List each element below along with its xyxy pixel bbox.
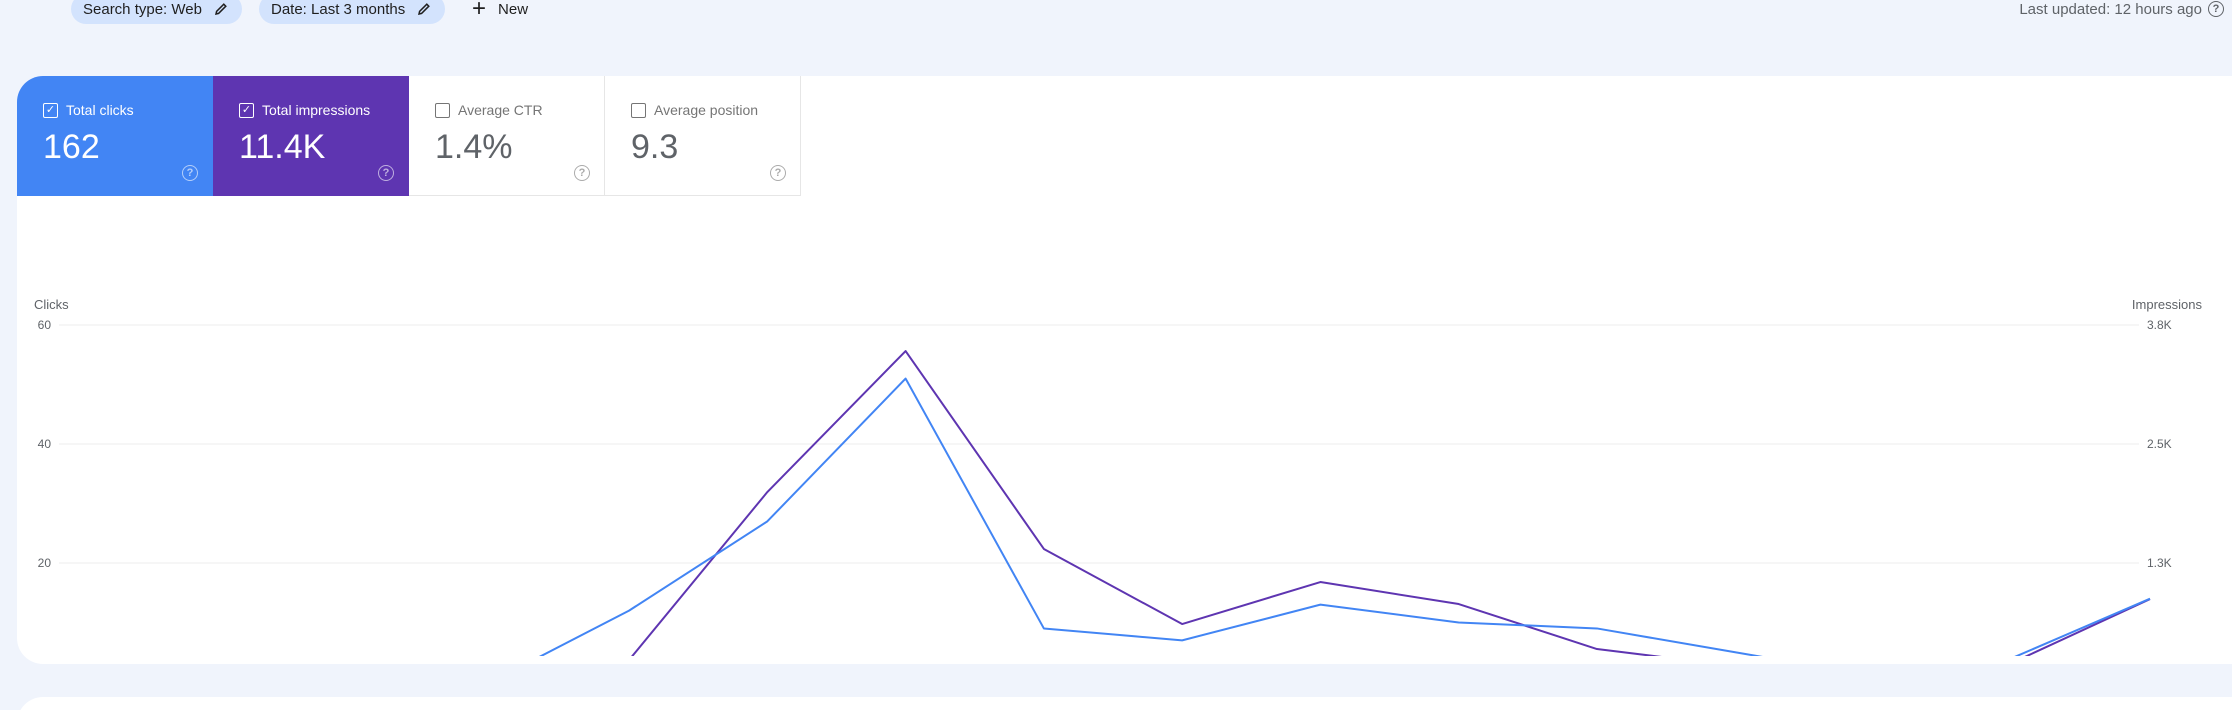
checkbox-unchecked-icon[interactable]: [435, 102, 450, 118]
y-ticks-right: 01.3K2.5K3.8K: [2147, 318, 2172, 570]
metric-label: Average position: [654, 102, 759, 118]
metric-total-clicks[interactable]: ✓ Total clicks 162 ?: [17, 76, 213, 196]
performance-chart: Clicks Impressions 0204060 01.3K2.5K3.8K…: [17, 216, 2232, 664]
plus-icon: +: [472, 0, 487, 22]
pencil-icon: [214, 3, 227, 16]
checkbox-unchecked-icon[interactable]: [631, 102, 646, 118]
y-tick-left-label: 60: [38, 318, 52, 332]
series-line-clicks[interactable]: [76, 377, 2151, 664]
last-updated-text: Last updated: 12 hours ago: [2019, 0, 2202, 18]
metric-label-row: ✓ Total clicks: [43, 102, 212, 118]
y-tick-right-label: 3.8K: [2147, 318, 2172, 332]
metric-average-position[interactable]: Average position 9.3 ?: [605, 76, 801, 196]
metric-label: Average CTR: [458, 102, 543, 118]
series-lines: [76, 350, 2151, 664]
y-tick-left-label: 40: [38, 437, 52, 451]
metric-total-impressions[interactable]: ✓ Total impressions 11.4K ?: [213, 76, 409, 196]
last-updated: Last updated: 12 hours ago ?: [2019, 0, 2224, 24]
help-icon[interactable]: ?: [2208, 1, 2224, 17]
filter-chip-date[interactable]: Date: Last 3 months: [259, 0, 446, 24]
metric-label-row: Average CTR: [435, 102, 604, 118]
y-tick-right-label: 2.5K: [2147, 437, 2172, 451]
performance-card: ✓ Total clicks 162 ? ✓ Total impressions…: [17, 76, 2232, 664]
help-icon[interactable]: ?: [770, 165, 786, 181]
y-axis-right-label: Impressions: [2132, 297, 2203, 312]
metric-label-row: ✓ Total impressions: [239, 102, 408, 118]
metric-value: 162: [43, 128, 100, 166]
metric-value: 1.4%: [435, 128, 513, 166]
grid-lines: [59, 324, 2139, 564]
y-tick-left-label: 20: [38, 556, 52, 570]
pencil-icon: [418, 3, 431, 16]
filter-toolbar: Search type: Web Date: Last 3 months + N…: [0, 0, 2232, 26]
help-icon[interactable]: ?: [378, 165, 394, 181]
metric-label: Total clicks: [66, 102, 134, 118]
filter-chip-label: Search type: Web: [83, 0, 202, 18]
metric-label: Total impressions: [262, 102, 371, 118]
filter-chip-search-type[interactable]: Search type: Web: [71, 0, 242, 24]
filter-chip-label: Date: Last 3 months: [271, 0, 406, 18]
series-line-impressions[interactable]: [76, 350, 2151, 664]
y-axis-left-label: Clicks: [34, 297, 69, 312]
checkbox-checked-icon[interactable]: ✓: [239, 102, 254, 118]
checkbox-checked-icon[interactable]: ✓: [43, 102, 58, 118]
metric-label-row: Average position: [631, 102, 800, 118]
metric-average-ctr[interactable]: Average CTR 1.4% ?: [409, 76, 605, 196]
metric-value: 11.4K: [239, 128, 326, 166]
new-filter-label: New: [498, 0, 529, 18]
help-icon[interactable]: ?: [574, 165, 590, 181]
metric-value: 9.3: [631, 128, 679, 166]
metric-tabs: ✓ Total clicks 162 ? ✓ Total impressions…: [17, 76, 801, 196]
new-filter-button[interactable]: + New: [472, 0, 528, 24]
chart-svg: Clicks Impressions 0204060 01.3K2.5K3.8K…: [34, 297, 2203, 664]
y-ticks-left: 0204060: [38, 318, 52, 570]
y-tick-right-label: 1.3K: [2147, 556, 2172, 570]
next-card: [17, 697, 2232, 710]
help-icon[interactable]: ?: [182, 165, 198, 181]
